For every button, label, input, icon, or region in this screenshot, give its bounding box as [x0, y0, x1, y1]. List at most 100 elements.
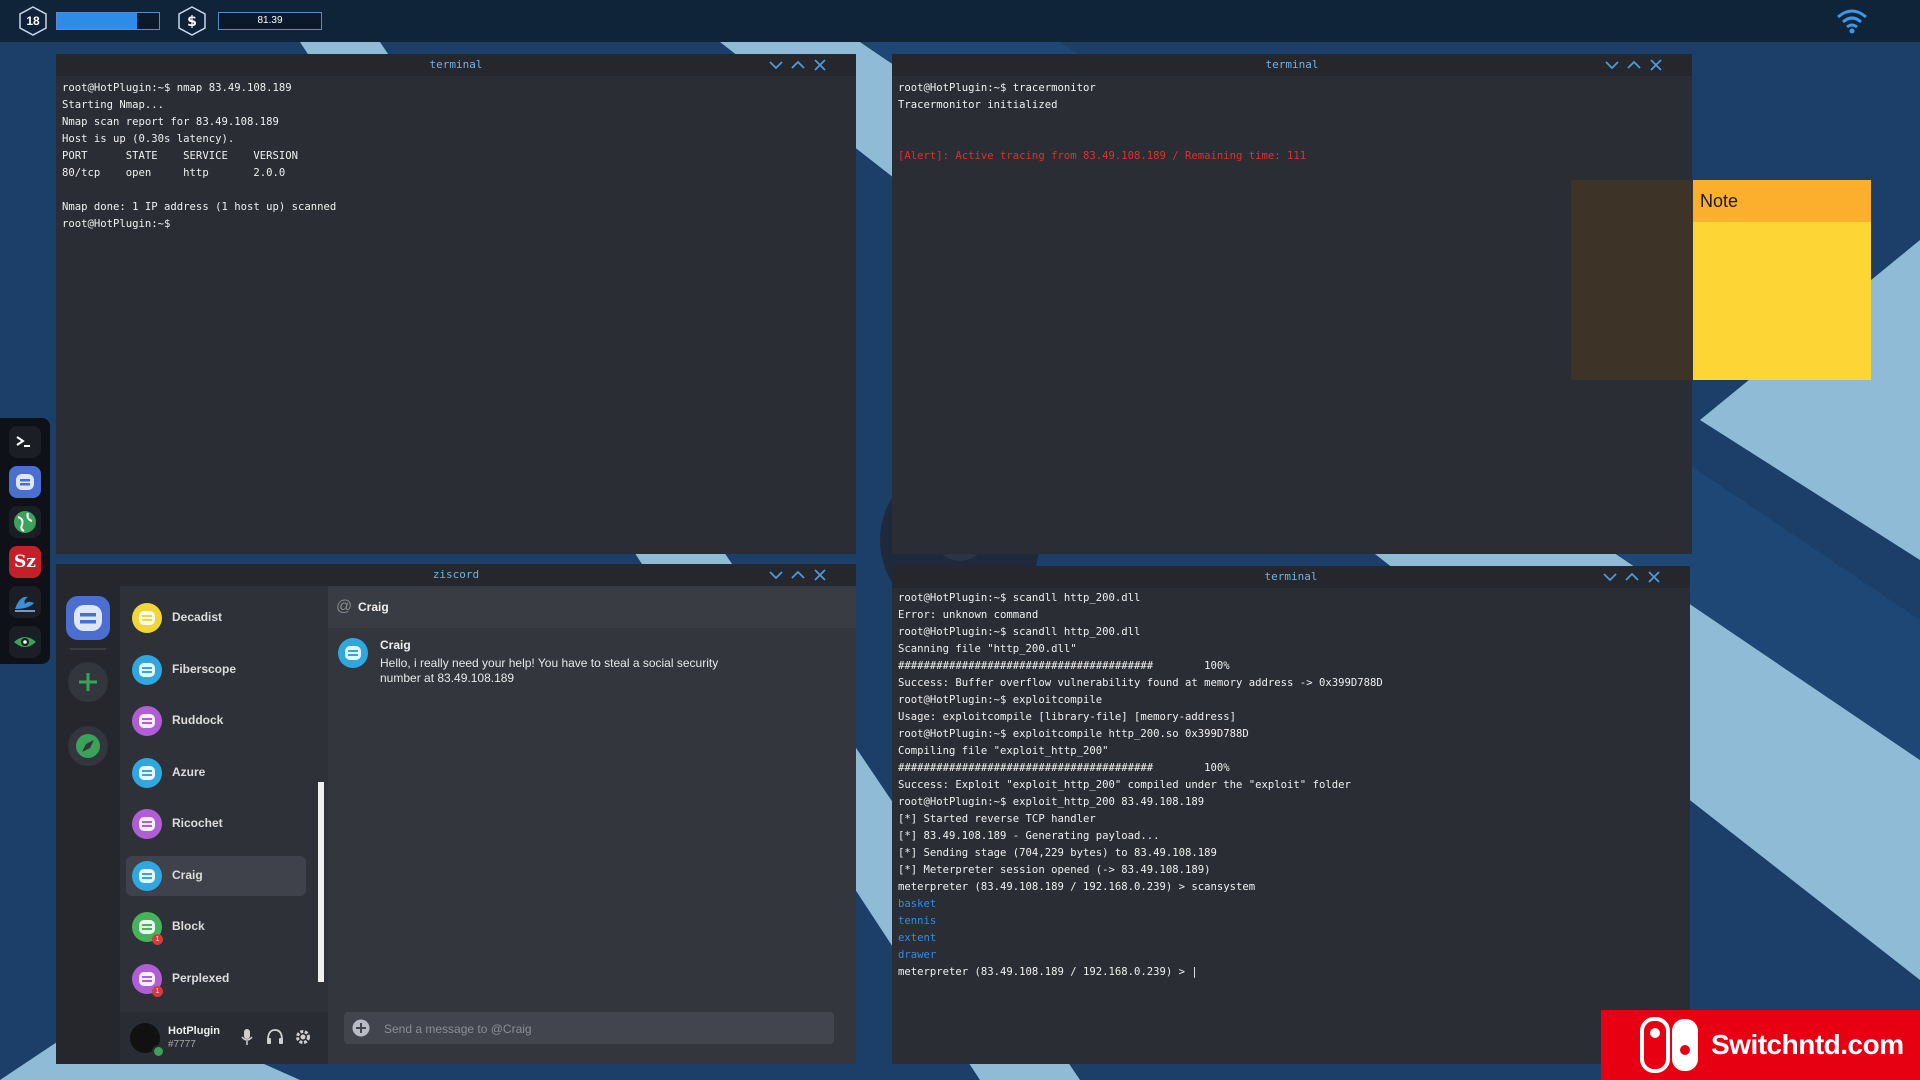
contact-list: Decadist Fiberscope Ruddock Azure Ricochet Cr…	[120, 586, 328, 1064]
close-icon[interactable]	[1648, 57, 1664, 73]
wifi-icon[interactable]	[1836, 8, 1868, 34]
contact-avatar-icon	[132, 654, 162, 685]
terminal-line: root@HotPlugin:~$ tracermonitor	[898, 82, 1096, 94]
window-title: ziscord	[56, 564, 856, 586]
contact-item[interactable]: Craig	[126, 855, 306, 896]
settings-gear-icon[interactable]	[294, 1028, 312, 1046]
user-name: HotPlugin	[168, 1025, 220, 1037]
terminal-line: PORT STATE SERVICE VERSION	[62, 150, 298, 162]
contact-name: Craig	[172, 867, 203, 882]
user-panel: HotPlugin #7777	[120, 1012, 328, 1064]
contact-avatar-icon	[132, 757, 162, 788]
headphones-icon[interactable]	[266, 1028, 284, 1046]
eye-icon[interactable]	[9, 626, 41, 658]
contact-item[interactable]: Azure	[126, 753, 306, 793]
note-shadow	[1571, 180, 1693, 380]
ziscord-window[interactable]: ziscord Decadist Fiberscope Ruddock Azure Ri…	[56, 564, 856, 1064]
minimize-icon[interactable]	[768, 567, 784, 583]
maximize-icon[interactable]	[790, 57, 806, 73]
close-icon[interactable]	[812, 57, 828, 73]
terminal-output[interactable]: root@HotPlugin:~$ scandll http_200.dll Er…	[898, 590, 1684, 981]
at-sign-icon: @	[336, 598, 353, 615]
contact-item[interactable]: 1 Block	[126, 907, 306, 947]
explore-compass-icon[interactable]	[68, 726, 108, 766]
attach-plus-icon[interactable]	[352, 1019, 370, 1037]
contact-item[interactable]: Ricochet	[126, 804, 306, 844]
contact-name: Ricochet	[172, 816, 223, 830]
contact-item[interactable]: Ruddock	[126, 701, 306, 741]
user-tag: #7777	[168, 1039, 196, 1050]
terminal-window-exploit[interactable]: terminal root@HotPlugin:~$ scandll http_…	[892, 566, 1690, 1064]
terminal-line: root@HotPlugin:~$ scandll http_200.dll	[898, 626, 1141, 638]
svg-text:$: $	[187, 14, 197, 30]
terminal-line: Nmap scan report for 83.49.108.189	[62, 116, 279, 128]
level-number: 18	[26, 14, 40, 28]
contact-item[interactable]: Fiberscope	[126, 650, 306, 690]
sz-icon[interactable]: Sz	[9, 546, 41, 578]
terminal-line: ########################################…	[898, 660, 1230, 672]
server-rail	[56, 586, 120, 1064]
contact-list-scrollbar[interactable]	[318, 782, 324, 982]
maximize-icon[interactable]	[1626, 57, 1642, 73]
terminal-output[interactable]: root@HotPlugin:~$ tracermonitor Tracermon…	[898, 80, 1686, 148]
terminal-icon[interactable]	[9, 426, 41, 458]
maximize-icon[interactable]	[1624, 569, 1640, 585]
add-server-icon[interactable]	[68, 662, 108, 702]
contact-avatar-icon	[132, 603, 162, 633]
ziscord-icon[interactable]	[9, 466, 41, 498]
close-icon[interactable]	[812, 567, 828, 583]
minimize-icon[interactable]	[1604, 57, 1620, 73]
minimize-icon[interactable]	[1602, 569, 1618, 585]
terminal-line: Nmap done: 1 IP address (1 host up) scan…	[62, 201, 337, 213]
maximize-icon[interactable]	[790, 567, 806, 583]
contact-item[interactable]: Decadist	[126, 598, 306, 638]
terminal-output[interactable]: root@HotPlugin:~$ nmap 83.49.108.189 Star…	[62, 80, 850, 233]
chat-header: @ Craig	[328, 586, 856, 628]
message-avatar[interactable]	[338, 638, 368, 668]
watermark-text: Switchntd.com	[1711, 1029, 1904, 1060]
window-title: terminal	[56, 54, 856, 76]
terminal-line: meterpreter (83.49.108.189 / 192.168.0.2…	[898, 966, 1198, 978]
terminal-line: root@HotPlugin:~$ exploit_http_200 83.49…	[898, 796, 1205, 808]
terminal-line: 80/tcp open http 2.0.0	[62, 167, 286, 179]
terminal-line: Scanning file "http_200.dll"	[898, 643, 1077, 655]
message-text: Hello, i really need your help! You have…	[380, 656, 719, 685]
terminal-line: Success: Buffer overflow vulnerability f…	[898, 677, 1383, 689]
microphone-icon[interactable]	[240, 1028, 254, 1046]
terminal-window-nmap[interactable]: terminal root@HotPlugin:~$ nmap 83.49.10…	[56, 54, 856, 554]
contact-name: Perplexed	[172, 970, 230, 985]
contact-avatar-icon	[132, 706, 162, 736]
xp-bar-fill	[57, 13, 137, 29]
terminal-line: Success: Exploit "exploit_http_200" comp…	[898, 779, 1351, 791]
app-dock: Sz	[0, 418, 50, 664]
wave-icon[interactable]	[9, 586, 41, 618]
terminal-line: root@HotPlugin:~$ exploitcompile http_20…	[898, 728, 1249, 740]
note-widget[interactable]: Note	[1693, 180, 1871, 380]
terminal-line: Compiling file "exploit_http_200"	[898, 745, 1109, 757]
minimize-icon[interactable]	[768, 57, 784, 73]
close-icon[interactable]	[1646, 569, 1662, 585]
contact-avatar-icon	[132, 860, 162, 891]
contact-name: Fiberscope	[172, 661, 237, 676]
message-input[interactable]	[382, 1012, 826, 1046]
contact-name: Ruddock	[172, 713, 224, 727]
unread-badge: 1	[152, 985, 163, 997]
window-title: terminal	[892, 566, 1690, 588]
trace-alert-text: [Alert]: Active tracing from 83.49.108.1…	[898, 150, 1307, 162]
terminal-line: basket	[898, 898, 937, 910]
terminal-line: Starting Nmap...	[62, 99, 165, 111]
window-title: terminal	[892, 54, 1692, 76]
terminal-line: tennis	[898, 915, 937, 927]
browser-icon[interactable]	[9, 506, 41, 538]
terminal-line: Tracermonitor initialized	[898, 99, 1058, 111]
contact-item[interactable]: 1 Perplexed	[126, 959, 306, 999]
unread-badge: 1	[152, 934, 163, 945]
terminal-line: [*] Started reverse TCP handler	[898, 813, 1096, 825]
crypto-coin-icon: $	[178, 6, 206, 36]
watermark-banner: Switchntd.com	[1601, 1010, 1920, 1080]
message-author: Craig	[380, 638, 411, 652]
ziscord-home-icon[interactable]	[66, 596, 110, 640]
